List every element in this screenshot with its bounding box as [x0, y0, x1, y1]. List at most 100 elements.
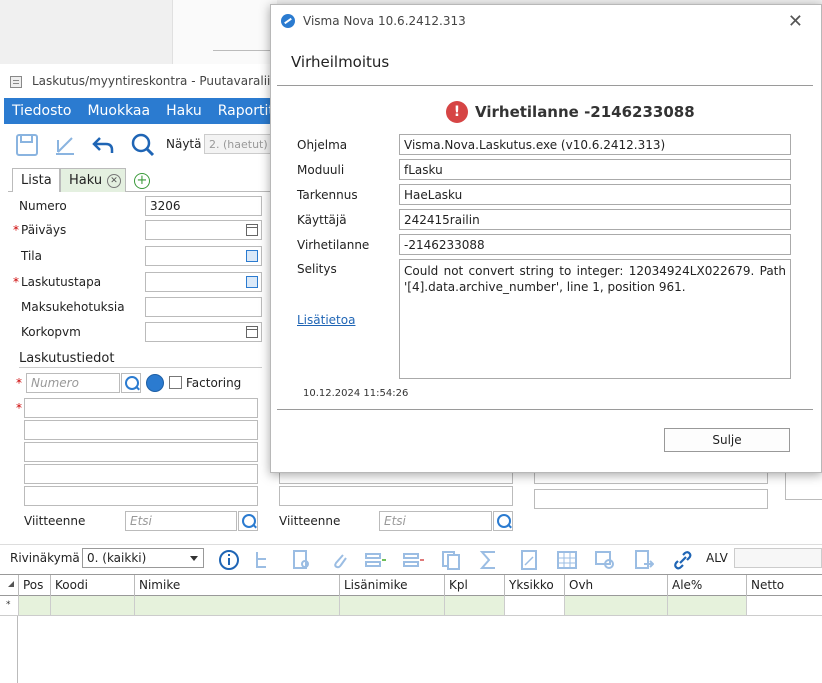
cell-ale[interactable]	[667, 596, 746, 615]
copy-icon[interactable]	[440, 549, 462, 571]
tab-lista[interactable]: Lista	[12, 168, 60, 192]
new-row-marker: *	[6, 600, 11, 610]
add-tab-icon[interactable]: +	[134, 173, 150, 189]
rivinakyma-value: 0. (kaikki)	[87, 551, 147, 565]
cell-pos[interactable]	[18, 596, 50, 615]
menu-haku[interactable]: Haku	[158, 103, 210, 119]
remove-row-icon[interactable]	[402, 549, 424, 571]
nayta-select[interactable]: 2. (haetut)	[204, 134, 274, 154]
edit-chart-icon[interactable]	[52, 132, 78, 158]
close-icon[interactable]: ✕	[788, 11, 803, 32]
menu-muokkaa[interactable]: Muokkaa	[79, 103, 158, 119]
dialog-divider-top	[277, 85, 813, 86]
error-icon: !	[446, 101, 468, 123]
right-input-2[interactable]	[534, 489, 768, 509]
viitteenne-label: Viitteenne	[24, 514, 86, 528]
selitys-field[interactable]: Could not convert string to integer: 120…	[399, 259, 791, 379]
close-button[interactable]: Sulje	[664, 428, 790, 452]
cell-koodi[interactable]	[50, 596, 134, 615]
rivinakyma-select[interactable]: 0. (kaikki)	[82, 548, 204, 568]
dialog-timestamp: 10.12.2024 11:54:26	[303, 388, 409, 399]
tarkennus-field[interactable]: HaeLasku	[399, 184, 791, 205]
col-kpl[interactable]: Kpl	[444, 575, 504, 596]
menu-tiedosto[interactable]: Tiedosto	[4, 103, 79, 119]
tree-icon[interactable]	[252, 549, 274, 571]
cell-netto[interactable]	[746, 596, 822, 615]
lisatietoa-link[interactable]: Lisätietoa	[297, 313, 355, 327]
alv-label: ALV	[706, 551, 728, 565]
numero-label: Numero	[19, 199, 67, 213]
laskutustapa-label: * Laskutustapa	[13, 275, 102, 289]
address-line-2[interactable]	[24, 420, 258, 440]
laskutustiedot-title: Laskutustiedot	[19, 351, 115, 366]
background-window-fragment	[172, 0, 278, 64]
col-lisanimike[interactable]: Lisänimike	[339, 575, 444, 596]
table-row[interactable]: *	[0, 596, 822, 616]
ohjelma-field[interactable]: Visma.Nova.Laskutus.exe (v10.6.2412.313)	[399, 134, 791, 155]
calendar-icon[interactable]	[246, 224, 258, 236]
customer-number-input[interactable]: Numero	[26, 373, 120, 393]
korkopvm-input[interactable]	[145, 322, 262, 342]
save-icon[interactable]	[14, 132, 40, 158]
grid-toolbar: Rivinäkymä 0. (kaikki) ALV	[0, 544, 822, 572]
lookup-icon[interactable]	[246, 250, 258, 262]
document-search-icon[interactable]	[290, 549, 312, 571]
factoring-label: Factoring	[186, 376, 242, 390]
tab-lista-label: Lista	[21, 173, 52, 188]
address-line-5[interactable]	[24, 486, 258, 506]
link-icon[interactable]	[672, 549, 694, 571]
undo-icon[interactable]	[90, 132, 116, 158]
address-line-4[interactable]	[24, 464, 258, 484]
visma-nova-icon	[281, 14, 295, 28]
tab-haku[interactable]: Haku ✕	[60, 168, 126, 192]
cell-ovh[interactable]	[564, 596, 667, 615]
sum-icon[interactable]	[478, 549, 500, 571]
paivays-input[interactable]	[145, 220, 262, 240]
col-nimike[interactable]: Nimike	[134, 575, 339, 596]
calendar-icon[interactable]	[246, 326, 258, 338]
selitys-label: Selitys	[297, 262, 337, 276]
cell-lisanimike[interactable]	[339, 596, 444, 615]
lookup-icon[interactable]	[246, 276, 258, 288]
viitteenne-input-2[interactable]: Etsi	[379, 511, 492, 531]
close-tab-icon[interactable]: ✕	[107, 174, 121, 188]
error-title: Virhetilanne -2146233088	[475, 103, 695, 121]
attachment-icon[interactable]	[328, 549, 350, 571]
col-ale[interactable]: Ale%	[667, 575, 746, 596]
tila-input[interactable]	[145, 246, 262, 266]
kayttaja-field[interactable]: 242415railin	[399, 209, 791, 230]
middle-input-2[interactable]	[279, 486, 513, 506]
laskutustapa-input[interactable]	[145, 272, 262, 292]
search-icon[interactable]	[493, 511, 513, 531]
table-icon[interactable]	[556, 549, 578, 571]
cell-kpl[interactable]	[444, 596, 504, 615]
col-netto[interactable]: Netto	[746, 575, 822, 596]
col-pos[interactable]: Pos	[18, 575, 50, 596]
col-ovh[interactable]: Ovh	[564, 575, 667, 596]
virhetilanne-field[interactable]: -2146233088	[399, 234, 791, 255]
grid-header: Pos Koodi Nimike Lisänimike Kpl Yksikko …	[0, 574, 822, 596]
address-line-3[interactable]	[24, 442, 258, 462]
maksukehotuksia-input[interactable]	[145, 297, 262, 317]
info-icon[interactable]	[218, 549, 240, 571]
cell-nimike[interactable]	[134, 596, 339, 615]
alv-input[interactable]	[734, 548, 822, 568]
globe-icon[interactable]	[146, 374, 164, 392]
address-line-1[interactable]	[24, 398, 258, 418]
viitteenne-input[interactable]: Etsi	[125, 511, 237, 531]
col-koodi[interactable]: Koodi	[50, 575, 134, 596]
document-forward-icon[interactable]	[632, 549, 654, 571]
search-icon[interactable]	[130, 132, 156, 158]
col-yksikko[interactable]: Yksikko	[504, 575, 564, 596]
add-row-icon[interactable]	[364, 549, 386, 571]
percent-doc-icon[interactable]	[518, 549, 540, 571]
table-search-icon[interactable]	[594, 549, 616, 571]
cell-yksikko[interactable]	[504, 596, 564, 615]
dialog-heading: Virheilmoitus	[291, 53, 390, 71]
search-icon[interactable]	[238, 511, 258, 531]
factoring-checkbox[interactable]	[169, 376, 182, 389]
moduuli-field[interactable]: fLasku	[399, 159, 791, 180]
numero-input[interactable]: 3206	[145, 196, 262, 216]
search-icon[interactable]	[121, 373, 141, 393]
maksukehotuksia-label: Maksukehotuksia	[21, 300, 125, 314]
